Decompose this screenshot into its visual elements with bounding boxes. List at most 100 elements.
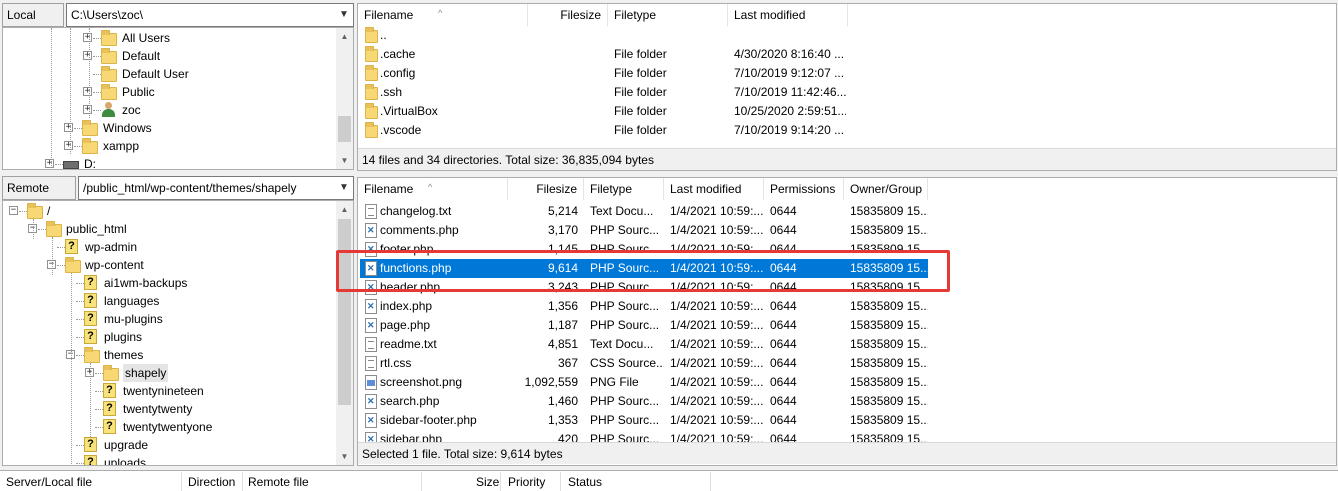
remote-tree-item[interactable]: − themes bbox=[3, 346, 333, 364]
remote-file-modified: 1/4/2021 10:59:... bbox=[670, 356, 764, 370]
remote-col-filesize[interactable]: Filesize bbox=[508, 178, 584, 200]
queue-col-remote-file[interactable]: Remote file bbox=[248, 472, 309, 491]
local-file-name: .VirtualBox bbox=[380, 104, 438, 118]
remote-file-row[interactable]: header.php 3,243 PHP Sourc... 1/4/2021 10:5… bbox=[360, 278, 1336, 297]
remote-tree-item[interactable]: ? twentytwentyone bbox=[3, 418, 333, 436]
local-site-path-combo[interactable]: C:\Users\zoc\ ▼ bbox=[66, 3, 354, 27]
local-file-name: .cache bbox=[380, 47, 416, 61]
remote-file-row-selected[interactable]: functions.php 9,614 PHP Sourc... 1/4/2021 1… bbox=[360, 259, 928, 278]
local-tree-item[interactable]: + All Users bbox=[3, 29, 333, 47]
local-file-row[interactable]: .. bbox=[358, 26, 1336, 45]
remote-tree-item[interactable]: ? languages bbox=[3, 292, 333, 310]
local-tree-item[interactable]: + zoc bbox=[3, 101, 333, 119]
tree-connector bbox=[76, 463, 84, 464]
folder-icon bbox=[84, 347, 100, 363]
remote-file-row[interactable]: changelog.txt 5,214 Text Docu... 1/4/2021 1… bbox=[360, 202, 1336, 221]
remote-file-row[interactable]: index.php 1,356 PHP Sourc... 1/4/2021 10:59… bbox=[360, 297, 1336, 316]
remote-col-owner[interactable]: Owner/Group bbox=[844, 178, 928, 200]
chevron-down-icon[interactable]: ▼ bbox=[337, 8, 351, 22]
remote-col-modified[interactable]: Last modified bbox=[664, 178, 764, 200]
queue-col-status[interactable]: Status bbox=[568, 472, 602, 491]
remote-tree-item[interactable]: ? ai1wm-backups bbox=[3, 274, 333, 292]
queue-col-server-local[interactable]: Server/Local file bbox=[6, 472, 92, 491]
remote-tree-scrollbar[interactable]: ▲ ▼ bbox=[336, 201, 353, 465]
expand-icon[interactable]: + bbox=[45, 159, 54, 168]
tree-connector bbox=[74, 146, 82, 147]
local-file-row[interactable]: .VirtualBox File folder 10/25/2020 2:59:51… bbox=[358, 102, 1336, 121]
local-tree-item[interactable]: + Public bbox=[3, 83, 333, 101]
scroll-up-icon[interactable]: ▲ bbox=[336, 28, 353, 45]
png-file-icon bbox=[365, 375, 377, 390]
local-file-size bbox=[528, 121, 602, 140]
remote-tree-item[interactable]: − public_html bbox=[3, 220, 333, 238]
scrollbar-thumb[interactable] bbox=[338, 219, 351, 405]
local-tree-scrollbar[interactable]: ▲ ▼ bbox=[336, 28, 353, 169]
remote-tree-item[interactable]: ? plugins bbox=[3, 328, 333, 346]
remote-col-filename[interactable]: Filename ^ bbox=[358, 178, 508, 200]
scrollbar-thumb[interactable] bbox=[338, 116, 351, 142]
local-file-row[interactable]: .ssh File folder 7/10/2019 11:42:46... bbox=[358, 83, 1336, 102]
remote-file-row[interactable]: sidebar-footer.php 1,353 PHP Sourc... 1/4/2… bbox=[360, 411, 1336, 430]
local-file-row[interactable]: .config File folder 7/10/2019 9:12:07 ... bbox=[358, 64, 1336, 83]
remote-file-row[interactable]: search.php 1,460 PHP Sourc... 1/4/2021 10:5… bbox=[360, 392, 1336, 411]
local-tree-item[interactable]: + D: bbox=[3, 155, 333, 169]
expand-icon[interactable]: + bbox=[83, 51, 92, 60]
local-file-row[interactable]: .vscode File folder 7/10/2019 9:14:20 ... bbox=[358, 121, 1336, 140]
local-col-filename[interactable]: Filename ^ bbox=[358, 4, 528, 26]
expand-icon[interactable]: + bbox=[64, 141, 73, 150]
unknown-folder-icon: ? bbox=[103, 383, 116, 398]
queue-col-divider bbox=[710, 472, 711, 491]
expand-icon[interactable]: + bbox=[83, 87, 92, 96]
local-col-modified[interactable]: Last modified bbox=[728, 4, 848, 26]
local-tree-item-label: Public bbox=[122, 85, 155, 99]
local-file-row[interactable]: .cache File folder 4/30/2020 8:16:40 ... bbox=[358, 45, 1336, 64]
local-tree-item[interactable]: + xampp bbox=[3, 137, 333, 155]
expand-icon[interactable]: + bbox=[83, 105, 92, 114]
local-file-list[interactable]: Filename ^ Filesize Filetype Last modifi… bbox=[357, 3, 1337, 171]
scroll-down-icon[interactable]: ▼ bbox=[336, 448, 353, 465]
local-file-modified: 4/30/2020 8:16:40 ... bbox=[734, 47, 845, 61]
local-file-modified bbox=[734, 26, 846, 45]
remote-col-permissions[interactable]: Permissions bbox=[764, 178, 844, 200]
local-directory-tree[interactable]: + All Users + Default Default User + Public + zo… bbox=[2, 27, 354, 170]
local-col-filetype[interactable]: Filetype bbox=[608, 4, 728, 26]
local-tree-item[interactable]: + Default bbox=[3, 47, 333, 65]
remote-tree-item[interactable]: ? uploads bbox=[3, 454, 333, 465]
local-col-filesize[interactable]: Filesize bbox=[528, 4, 608, 26]
queue-col-priority[interactable]: Priority bbox=[508, 472, 545, 491]
remote-file-row[interactable]: screenshot.png 1,092,559 PNG File 1/4/2021 … bbox=[360, 373, 1336, 392]
remote-file-modified: 1/4/2021 10:59:... bbox=[670, 299, 764, 313]
remote-file-size: 1,356 bbox=[547, 299, 578, 313]
expand-icon[interactable]: + bbox=[83, 33, 92, 42]
remote-file-list[interactable]: Filename ^ Filesize Filetype Last modifi… bbox=[357, 177, 1337, 466]
local-site-path[interactable]: C:\Users\zoc\ bbox=[71, 8, 143, 22]
remote-file-modified: 1/4/2021 10:59:... bbox=[670, 223, 764, 237]
remote-tree-item[interactable]: + shapely bbox=[3, 364, 333, 382]
local-tree-item[interactable]: Default User bbox=[3, 65, 333, 83]
remote-directory-tree[interactable]: − / − public_html? wp-admin − wp-content? ai1wm… bbox=[2, 200, 354, 466]
remote-col-filetype[interactable]: Filetype bbox=[584, 178, 664, 200]
scroll-up-icon[interactable]: ▲ bbox=[336, 201, 353, 218]
remote-site-path-combo[interactable]: /public_html/wp-content/themes/shapely ▼ bbox=[78, 176, 354, 200]
remote-tree-item[interactable]: − / bbox=[3, 202, 333, 220]
queue-col-direction[interactable]: Direction bbox=[188, 472, 235, 491]
local-tree-item[interactable]: + Windows bbox=[3, 119, 333, 137]
remote-file-row[interactable]: page.php 1,187 PHP Sourc... 1/4/2021 10:59:… bbox=[360, 316, 1336, 335]
remote-file-row[interactable]: rtl.css 367 CSS Source... 1/4/2021 10:59:..… bbox=[360, 354, 1336, 373]
remote-tree-item[interactable]: ? mu-plugins bbox=[3, 310, 333, 328]
remote-tree-item-label: ai1wm-backups bbox=[104, 276, 188, 290]
remote-file-size: 9,614 bbox=[547, 261, 578, 275]
chevron-down-icon[interactable]: ▼ bbox=[337, 181, 351, 195]
remote-file-row[interactable]: footer.php 1,145 PHP Sourc... 1/4/2021 10:5… bbox=[360, 240, 1336, 259]
remote-tree-item[interactable]: ? twentytwenty bbox=[3, 400, 333, 418]
expand-icon[interactable]: + bbox=[64, 123, 73, 132]
remote-tree-item[interactable]: ? twentynineteen bbox=[3, 382, 333, 400]
remote-file-row[interactable]: readme.txt 4,851 Text Docu... 1/4/2021 10:5… bbox=[360, 335, 1336, 354]
scroll-down-icon[interactable]: ▼ bbox=[336, 152, 353, 169]
remote-file-owner: 15835809 15... bbox=[850, 413, 928, 427]
remote-tree-item[interactable]: ? upgrade bbox=[3, 436, 333, 454]
remote-file-row[interactable]: comments.php 3,170 PHP Sourc... 1/4/2021 10… bbox=[360, 221, 1336, 240]
queue-col-size[interactable]: Size bbox=[476, 472, 499, 491]
collapse-icon[interactable]: − bbox=[9, 206, 18, 215]
remote-site-path[interactable]: /public_html/wp-content/themes/shapely bbox=[83, 181, 296, 195]
